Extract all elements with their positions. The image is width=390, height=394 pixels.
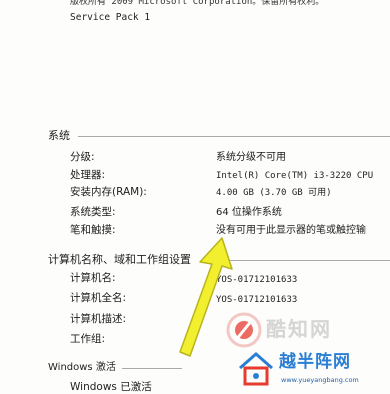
watermark-logo-icon xyxy=(226,312,262,348)
watermark-site-name-2: 越半阵网 xyxy=(279,352,351,372)
watermark-url: www.yueyangbang.com xyxy=(281,376,359,384)
watermark-house-icon xyxy=(239,352,273,386)
watermark-site-name-1: 酷知网 xyxy=(266,317,332,341)
